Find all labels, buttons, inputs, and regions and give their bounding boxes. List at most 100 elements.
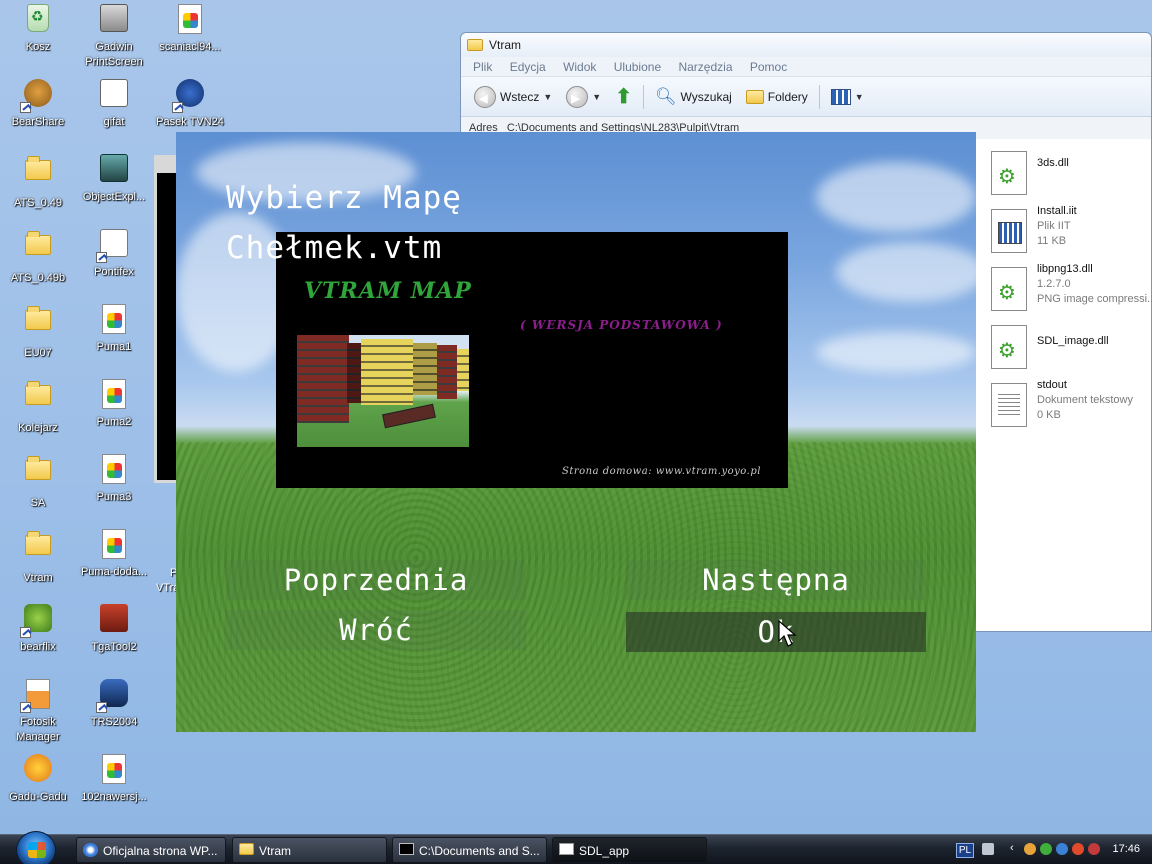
- file-type: Dokument tekstowy: [1037, 394, 1133, 406]
- explorer-toolbar: ◀ Wstecz ▼ ▶ ▼ ⬆ 🔍︎ Wyszukaj Foldery ▼: [461, 77, 1151, 117]
- file-item[interactable]: 3ds.dll: [989, 145, 1152, 203]
- desktop-icon-puma1[interactable]: Puma1: [76, 302, 152, 374]
- image-file-icon: [98, 529, 130, 561]
- security-shield-icon[interactable]: [1088, 843, 1100, 855]
- desktop-icon-sa[interactable]: SA: [0, 452, 76, 524]
- back-button-sdl[interactable]: Wróć: [226, 610, 526, 650]
- tray-app-icon[interactable]: [1024, 843, 1036, 855]
- search-button[interactable]: 🔍︎ Wyszukaj: [652, 84, 735, 110]
- up-folder-button[interactable]: ⬆: [612, 84, 635, 110]
- train-icon: [98, 154, 130, 186]
- desktop-icon-label: Pontifex: [94, 266, 134, 278]
- file-version: 1.2.7.0: [1037, 278, 1071, 290]
- taskbar-item-console[interactable]: C:\Documents and S...: [392, 837, 547, 863]
- taskbar-item-vtram[interactable]: Vtram: [232, 837, 387, 863]
- desktop-icon-label: 102nawersj...: [81, 791, 147, 803]
- desktop-icon-bearflix[interactable]: bearflix: [0, 602, 76, 674]
- file-item[interactable]: stdout Dokument tekstowy 0 KB: [989, 377, 1152, 435]
- desktop-icon-ats049b[interactable]: ATS_0.49b: [0, 227, 76, 299]
- language-indicator[interactable]: PL: [956, 843, 974, 858]
- explorer-title: Vtram: [489, 38, 522, 52]
- file-item[interactable]: SDL_image.dll: [989, 319, 1152, 377]
- desktop-icon-puma3[interactable]: Puma3: [76, 452, 152, 524]
- start-button[interactable]: [16, 831, 56, 864]
- desktop-icon-puma2[interactable]: Puma2: [76, 377, 152, 449]
- desktop-icon-kolejarz[interactable]: Kolejarz: [0, 377, 76, 449]
- network-icon[interactable]: [1056, 843, 1068, 855]
- desktop-icon-gadugadu[interactable]: Gadu-Gadu: [0, 752, 76, 824]
- menu-file[interactable]: Plik: [473, 60, 492, 74]
- desktop-icon-102nawersj[interactable]: 102nawersj...: [76, 752, 152, 824]
- sdl-app-window[interactable]: Wybierz Mapę VTRAM MAP ( WERSJA PODSTAWO…: [176, 132, 976, 732]
- bridge-icon: [96, 229, 130, 263]
- desktop-icon-pontifex[interactable]: Pontifex: [76, 227, 152, 299]
- folder-icon: [22, 456, 54, 492]
- views-button[interactable]: ▼: [828, 84, 867, 110]
- chevron-down-icon[interactable]: ▼: [592, 92, 601, 102]
- clock[interactable]: 17:46: [1112, 843, 1140, 855]
- desktop-icon-gadwin[interactable]: Gadwin PrintScreen: [76, 2, 152, 74]
- desktop-icon-fotosik[interactable]: Fotosik Manager: [0, 677, 76, 749]
- back-button[interactable]: ◀ Wstecz ▼: [471, 84, 555, 110]
- chevron-left-icon[interactable]: ‹: [1010, 842, 1014, 854]
- taskbar: Oficjalna strona WP... Vtram C:\Document…: [0, 831, 1152, 864]
- taskbar-item-label: Vtram: [259, 844, 292, 858]
- folder-icon: [239, 843, 254, 855]
- desktop-icon-label: ObjectExpl...: [82, 191, 146, 203]
- chevron-down-icon[interactable]: ▼: [855, 92, 864, 102]
- folder-icon: [22, 156, 54, 192]
- forward-button[interactable]: ▶ ▼: [563, 84, 604, 110]
- file-item[interactable]: libpng13.dll 1.2.7.0 PNG image compressi…: [989, 261, 1152, 319]
- window-icon: [559, 843, 574, 855]
- desktop-icon-gifat[interactable]: gifat: [76, 77, 152, 149]
- folders-button-label: Foldery: [767, 89, 808, 104]
- folder-icon: [745, 89, 764, 104]
- image-file-icon: [98, 304, 130, 336]
- desktop-icon-tgatool2[interactable]: TgaTool2: [76, 602, 152, 674]
- desktop-icon-puma-doda[interactable]: Puma-doda...: [76, 527, 152, 599]
- views-icon: [830, 88, 851, 105]
- up-arrow-icon: ⬆: [615, 86, 632, 108]
- file-name: Install.iit: [1037, 205, 1077, 217]
- image-file-icon: [174, 4, 206, 36]
- menu-tools[interactable]: Narzędzia: [678, 60, 732, 74]
- desktop-icon-label: gifat: [103, 116, 125, 128]
- desktop-icon-trs2004[interactable]: TRS2004: [76, 677, 152, 749]
- desktop-icon-scania[interactable]: scaniacl94...: [152, 2, 228, 74]
- desktop-icon-bearshare[interactable]: BearShare: [0, 77, 76, 149]
- folders-button[interactable]: Foldery: [743, 84, 811, 110]
- dll-file-icon: [991, 325, 1027, 369]
- next-button[interactable]: Następna: [626, 560, 926, 600]
- file-item[interactable]: Install.iit Plik IIT 11 KB: [989, 203, 1152, 261]
- settings-file-icon: [991, 209, 1027, 253]
- desktop-icon-label: ATS_0.49: [13, 197, 63, 209]
- desktop-icon-recycle-bin[interactable]: Kosz: [0, 2, 76, 74]
- explorer-titlebar[interactable]: Vtram: [461, 33, 1151, 57]
- desktop-icon-ats049[interactable]: ATS_0.49: [0, 152, 76, 224]
- desktop-icon-label: SA: [30, 497, 46, 509]
- map-thumbnail: [297, 335, 469, 447]
- tray-app-icon[interactable]: [1072, 843, 1084, 855]
- desktop-icon-vtram[interactable]: Vtram: [0, 527, 76, 599]
- folder-icon: [22, 531, 54, 567]
- taskbar-item-browser[interactable]: Oficjalna strona WP...: [76, 837, 226, 863]
- keyboard-icon[interactable]: [982, 843, 994, 855]
- previous-button[interactable]: Poprzednia: [226, 560, 526, 600]
- desktop-icon-eu07[interactable]: EU07: [0, 302, 76, 374]
- tray-app-icon[interactable]: [1040, 843, 1052, 855]
- desktop-icon-label: TRS2004: [90, 716, 138, 728]
- file-list: 3ds.dll Install.iit Plik IIT 11 KB libpn…: [989, 145, 1152, 435]
- menu-help[interactable]: Pomoc: [750, 60, 787, 74]
- chevron-down-icon[interactable]: ▼: [543, 92, 552, 102]
- desktop-icon-objectexpl[interactable]: ObjectExpl...: [76, 152, 152, 224]
- heading: Wybierz Mapę: [226, 180, 462, 216]
- desktop-icon-label: bearflix: [20, 641, 56, 653]
- menu-view[interactable]: Widok: [563, 60, 596, 74]
- ok-button[interactable]: Ok: [626, 612, 926, 652]
- file-name: SDL_image.dll: [1037, 335, 1109, 347]
- menu-favorites[interactable]: Ulubione: [614, 60, 661, 74]
- menu-edit[interactable]: Edycja: [510, 60, 546, 74]
- desktop-icon-label: BearShare: [11, 116, 65, 128]
- back-arrow-icon: ◀: [474, 85, 496, 108]
- taskbar-item-sdl-app[interactable]: SDL_app: [552, 837, 707, 863]
